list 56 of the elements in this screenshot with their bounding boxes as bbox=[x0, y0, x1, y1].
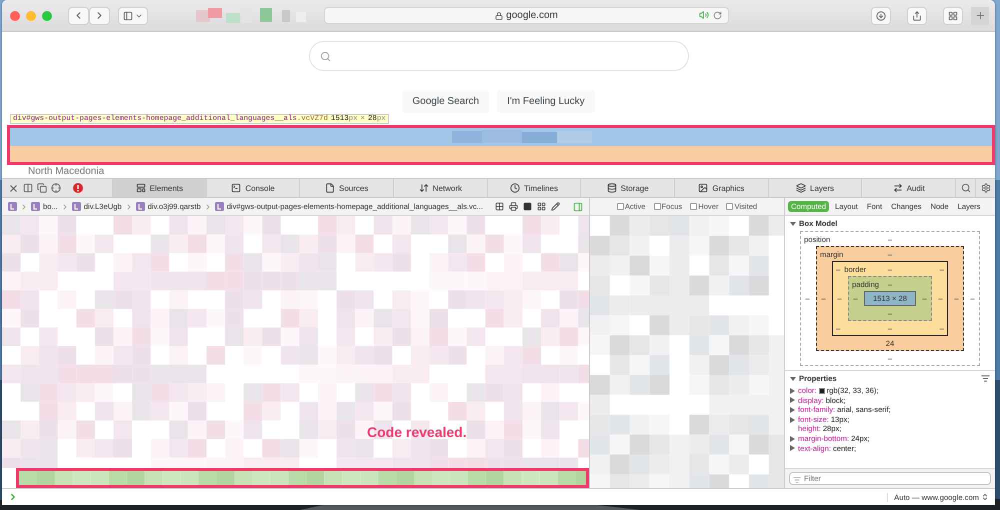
grid-icon[interactable] bbox=[537, 202, 546, 211]
share-button[interactable] bbox=[907, 6, 927, 24]
sidebar-button[interactable] bbox=[118, 6, 148, 24]
arrows-icon bbox=[418, 183, 429, 193]
terminal-icon bbox=[231, 183, 242, 193]
square-icon[interactable] bbox=[523, 202, 532, 211]
filter-icon bbox=[793, 476, 801, 484]
error-icon[interactable] bbox=[73, 183, 83, 193]
search-field[interactable] bbox=[308, 41, 688, 71]
prompt-icon bbox=[8, 492, 18, 502]
element-icon bbox=[72, 202, 81, 211]
arrows-icon bbox=[892, 183, 903, 193]
download-button[interactable] bbox=[871, 6, 891, 24]
element-icon bbox=[136, 202, 145, 211]
dock-icon[interactable] bbox=[23, 183, 33, 193]
search-icon bbox=[320, 50, 330, 62]
printer-icon[interactable] bbox=[509, 202, 518, 211]
search-button[interactable]: I'm Feeling Lucky bbox=[497, 90, 595, 113]
up-down-icon bbox=[981, 493, 989, 501]
reload-button[interactable] bbox=[713, 10, 722, 20]
file-icon bbox=[325, 183, 335, 193]
search-icon bbox=[960, 183, 971, 193]
clock-icon bbox=[510, 183, 520, 193]
lock-icon bbox=[495, 12, 504, 20]
back-button[interactable] bbox=[68, 6, 89, 24]
grid-icon[interactable] bbox=[495, 202, 504, 211]
pencil-icon[interactable] bbox=[551, 202, 560, 211]
crosshair-icon[interactable] bbox=[51, 183, 61, 193]
region-text: North Macedonia bbox=[28, 165, 104, 178]
sidebar-icon[interactable] bbox=[573, 202, 583, 212]
tab-overview-button[interactable] bbox=[943, 6, 963, 24]
element-icon bbox=[31, 202, 40, 211]
address-field[interactable]: google.com bbox=[324, 7, 729, 24]
database-icon bbox=[606, 183, 617, 193]
sidebar-icon bbox=[123, 10, 133, 20]
grid-icon bbox=[948, 10, 958, 20]
filter-icon[interactable] bbox=[981, 374, 990, 383]
layout-icon bbox=[136, 183, 146, 193]
new-tab-button[interactable] bbox=[971, 6, 989, 24]
settings-icon bbox=[980, 183, 991, 193]
forward-button[interactable] bbox=[89, 6, 110, 24]
plus-icon bbox=[974, 10, 986, 21]
element-icon bbox=[8, 202, 17, 211]
speaker-icon bbox=[699, 10, 709, 20]
disclosure-triangle-icon bbox=[790, 220, 796, 226]
chevron-icon bbox=[20, 202, 28, 210]
download-icon bbox=[876, 10, 886, 20]
close-icon[interactable] bbox=[8, 182, 19, 194]
share-icon bbox=[912, 10, 922, 20]
search-button[interactable]: Google Search bbox=[402, 90, 490, 113]
image-icon bbox=[698, 183, 708, 193]
annotation-text: Code revealed. bbox=[367, 424, 467, 440]
element-icon bbox=[214, 202, 224, 211]
windows-icon[interactable] bbox=[37, 183, 47, 193]
devtools-tab[interactable]: Elements bbox=[112, 179, 206, 197]
layers-icon bbox=[796, 183, 806, 193]
